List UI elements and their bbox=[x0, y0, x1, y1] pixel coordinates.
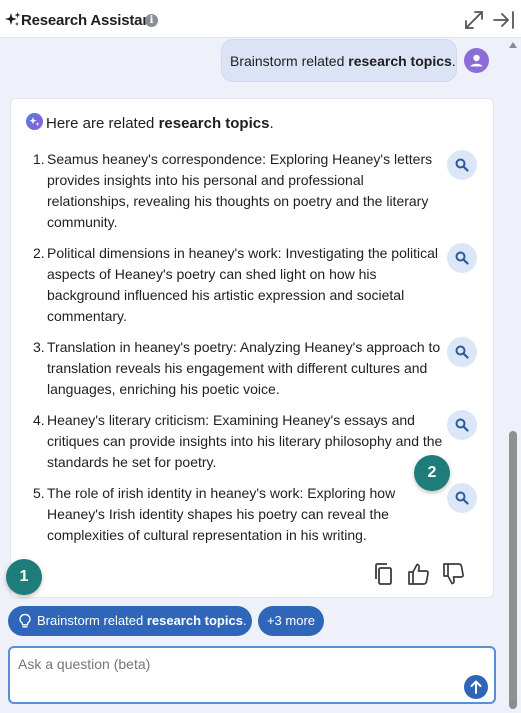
user-icon bbox=[470, 54, 483, 67]
sparkle-icon bbox=[5, 12, 21, 26]
panel-title: Research Assistant bbox=[21, 12, 157, 29]
avatar bbox=[464, 48, 489, 73]
arrow-up-icon bbox=[470, 680, 482, 694]
search-topic-button[interactable] bbox=[447, 410, 477, 440]
list-item-text: The role of irish identity in heaney's w… bbox=[47, 485, 396, 543]
collapse-panel-icon[interactable] bbox=[492, 9, 516, 31]
list-item-text: Seamus heaney's correspondence: Explorin… bbox=[47, 151, 433, 230]
thumbs-down-icon[interactable] bbox=[441, 561, 467, 587]
search-topic-button[interactable] bbox=[447, 483, 477, 513]
assistant-response-card: Here are related research topics. 1. Sea… bbox=[10, 98, 494, 598]
suggestion-chip-label: Brainstorm related research topics. bbox=[37, 613, 247, 628]
search-icon bbox=[455, 251, 469, 265]
suggestion-chip-brainstorm[interactable]: Brainstorm related research topics. bbox=[8, 606, 252, 636]
search-icon bbox=[455, 418, 469, 432]
annotation-badge-2: 2 bbox=[414, 455, 450, 491]
list-item-text: Translation in heaney's poetry: Analyzin… bbox=[47, 339, 441, 397]
scrollbar-thumb[interactable] bbox=[509, 431, 517, 709]
search-icon bbox=[455, 158, 469, 172]
copy-icon[interactable] bbox=[371, 561, 397, 587]
more-suggestions-button[interactable]: +3 more bbox=[258, 606, 324, 636]
info-icon[interactable]: i bbox=[145, 14, 158, 27]
search-topic-button[interactable] bbox=[447, 337, 477, 367]
assistant-icon bbox=[26, 113, 43, 130]
scrollbar[interactable] bbox=[505, 38, 521, 713]
question-input[interactable] bbox=[18, 654, 458, 674]
search-topic-button[interactable] bbox=[447, 243, 477, 273]
user-message-text: Brainstorm related research topics. bbox=[230, 53, 456, 69]
user-message-bubble: Brainstorm related research topics. bbox=[221, 39, 457, 82]
panel-header: Research Assistant i bbox=[0, 0, 521, 38]
list-item-number: 2. bbox=[33, 245, 45, 261]
list-item-number: 3. bbox=[33, 339, 45, 355]
thumbs-up-icon[interactable] bbox=[406, 561, 432, 587]
list-item-number: 4. bbox=[33, 412, 45, 428]
search-icon bbox=[455, 491, 469, 505]
expand-icon[interactable] bbox=[463, 9, 485, 31]
lightbulb-icon bbox=[19, 613, 31, 628]
annotation-badge-1: 1 bbox=[6, 559, 42, 595]
send-button[interactable] bbox=[464, 675, 488, 699]
response-heading: Here are related research topics. bbox=[46, 115, 274, 132]
list-item-number: 5. bbox=[33, 485, 45, 501]
search-icon bbox=[455, 345, 469, 359]
scroll-down-arrow[interactable] bbox=[509, 702, 517, 708]
list-item-text: Political dimensions in heaney's work: I… bbox=[47, 245, 438, 324]
scroll-up-arrow[interactable] bbox=[509, 42, 517, 48]
list-item-text: Heaney's literary criticism: Examining H… bbox=[47, 412, 443, 470]
search-topic-button[interactable] bbox=[447, 150, 477, 180]
list-item-number: 1. bbox=[33, 151, 45, 167]
question-input-box[interactable] bbox=[8, 646, 496, 704]
